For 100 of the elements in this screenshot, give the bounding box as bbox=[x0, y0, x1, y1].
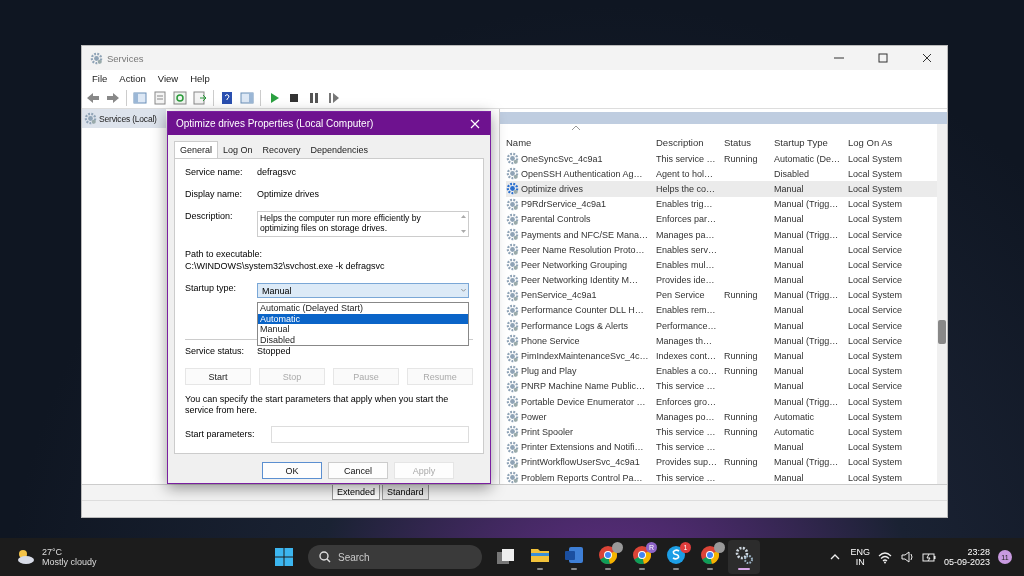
service-name[interactable]: Peer Name Resolution Proto… bbox=[521, 244, 645, 255]
view-tab[interactable]: Extended bbox=[332, 485, 381, 500]
dialog-tab[interactable]: Dependencies bbox=[305, 141, 374, 158]
column-header[interactable]: Description bbox=[656, 137, 724, 148]
view-tab[interactable]: Standard bbox=[382, 485, 429, 500]
menu-item[interactable]: File bbox=[86, 73, 114, 84]
table-cell-text: Running bbox=[724, 290, 759, 301]
service-name[interactable]: Portable Device Enumerator … bbox=[521, 396, 646, 407]
hint-text: You can specify the start parameters that apply when you start the service from here. bbox=[185, 394, 450, 417]
description-field[interactable]: Helps the computer run more efficiently by optimizing files on storage drives. bbox=[257, 211, 469, 237]
forward-icon[interactable] bbox=[106, 90, 120, 105]
column-header[interactable]: Log On As bbox=[848, 137, 918, 148]
startup-type-dropdown[interactable]: Manual bbox=[257, 283, 469, 298]
language-text[interactable]: ENG bbox=[850, 547, 870, 557]
resume-icon[interactable] bbox=[327, 90, 341, 105]
field-label: Path to executable: bbox=[185, 249, 264, 259]
service-name[interactable]: PNRP Machine Name Public… bbox=[521, 381, 645, 392]
service-name[interactable]: Performance Counter DLL H… bbox=[521, 305, 644, 316]
table-cell-text: Provides ide… bbox=[656, 275, 716, 286]
table-cell-text: Manual (Trigg… bbox=[774, 229, 840, 240]
dialog-button[interactable]: OK bbox=[262, 462, 322, 479]
refresh-icon[interactable] bbox=[173, 90, 187, 105]
table-cell-text: Local System bbox=[848, 366, 904, 377]
export-icon[interactable] bbox=[193, 90, 207, 105]
service-name[interactable]: Payments and NFC/SE Mana… bbox=[521, 229, 649, 240]
tree-item[interactable]: Services (Local) bbox=[99, 113, 157, 124]
table-cell-text: Manual bbox=[774, 214, 805, 225]
document-icon bbox=[563, 544, 585, 566]
battery-icon[interactable] bbox=[921, 550, 936, 564]
service-name[interactable]: Problem Reports Control Pa… bbox=[521, 472, 643, 483]
table-cell-text: Manual bbox=[774, 351, 805, 362]
scroll-down-icon[interactable] bbox=[461, 230, 466, 233]
service-icon bbox=[506, 273, 519, 287]
dropdown-option[interactable]: Manual bbox=[258, 324, 468, 335]
service-name[interactable]: Performance Logs & Alerts bbox=[521, 320, 629, 331]
service-name[interactable]: Parental Controls bbox=[521, 214, 591, 225]
service-name[interactable]: PimIndexMaintenanceSvc_4c… bbox=[521, 351, 649, 362]
time-text[interactable]: 23:28 bbox=[967, 547, 990, 557]
taskbar-app[interactable] bbox=[728, 540, 760, 574]
table-cell-text: Manual (Trigg… bbox=[774, 199, 840, 210]
scroll-up-icon[interactable] bbox=[461, 215, 466, 218]
scrollbar[interactable] bbox=[937, 124, 947, 484]
path-text: C:\WINDOWS\system32\svchost.exe -k defragsvc bbox=[185, 261, 386, 271]
scrollbar-thumb[interactable] bbox=[938, 320, 946, 344]
selected-row[interactable]: Optimize drives Helps the co… Manual Local System bbox=[506, 181, 937, 197]
dialog-tab[interactable]: General bbox=[174, 141, 219, 158]
menu-item[interactable]: Action bbox=[113, 73, 152, 84]
service-button[interactable]: Start bbox=[185, 368, 251, 385]
service-name[interactable]: Printer Extensions and Notifi… bbox=[521, 442, 644, 453]
close-icon[interactable] bbox=[920, 51, 934, 65]
dialog-button[interactable]: Cancel bbox=[328, 462, 388, 479]
search-field[interactable]: Search bbox=[308, 545, 482, 569]
table-cell-text: Pen Service bbox=[656, 290, 706, 301]
service-name[interactable]: Phone Service bbox=[521, 335, 580, 346]
service-name[interactable]: PenService_4c9a1 bbox=[521, 290, 597, 301]
table-cell-text: Manual bbox=[774, 183, 805, 194]
column-header[interactable]: Status bbox=[724, 137, 774, 148]
speaker-icon[interactable] bbox=[899, 550, 914, 564]
dialog-tab[interactable]: Recovery bbox=[257, 141, 306, 158]
table-cell-text: Manual bbox=[774, 366, 805, 377]
date-text[interactable]: 05-09-2023 bbox=[943, 557, 990, 567]
maximize-icon[interactable] bbox=[876, 51, 890, 65]
service-name[interactable]: Peer Networking Identity M… bbox=[521, 275, 639, 286]
table-cell-text: Manual bbox=[774, 442, 805, 453]
column-header[interactable]: Startup Type bbox=[774, 137, 848, 148]
menu-item[interactable]: View bbox=[151, 73, 185, 84]
table-cell-text: Running bbox=[724, 351, 759, 362]
service-name[interactable]: P9RdrService_4c9a1 bbox=[521, 199, 607, 210]
field-value: Stopped bbox=[257, 346, 291, 356]
pause-icon[interactable] bbox=[307, 90, 321, 105]
window-title: Services bbox=[107, 52, 145, 64]
service-name[interactable]: PrintWorkflowUserSvc_4c9a1 bbox=[521, 457, 640, 468]
service-icon bbox=[506, 395, 519, 409]
help-icon[interactable] bbox=[220, 90, 234, 105]
table-cell-text: This service … bbox=[656, 472, 717, 483]
menu-item[interactable]: Help bbox=[184, 73, 216, 84]
table-cell-text: Local Service bbox=[848, 259, 904, 270]
dropdown-option[interactable]: Disabled bbox=[258, 334, 468, 345]
start-parameters-field[interactable] bbox=[271, 425, 469, 443]
table-cell-text: Running bbox=[724, 457, 759, 468]
back-icon[interactable] bbox=[86, 90, 100, 105]
services-icon bbox=[84, 112, 97, 125]
service-name[interactable]: Peer Networking Grouping bbox=[521, 259, 628, 270]
service-name[interactable]: Optimize drives bbox=[521, 183, 583, 194]
column-header[interactable]: Name bbox=[506, 137, 656, 148]
service-icon bbox=[506, 349, 519, 363]
service-name[interactable]: Print Spooler bbox=[521, 426, 574, 437]
service-icon bbox=[506, 471, 519, 485]
service-name[interactable]: OpenSSH Authentication Ag… bbox=[521, 168, 643, 179]
dialog-tab[interactable]: Log On bbox=[218, 141, 258, 158]
service-icon bbox=[506, 425, 519, 439]
dropdown-option[interactable]: Automatic (Delayed Start) bbox=[258, 303, 468, 314]
service-icon bbox=[506, 334, 519, 348]
region-text[interactable]: IN bbox=[855, 557, 865, 567]
tree-row[interactable]: Services (Local) bbox=[82, 109, 166, 128]
dropdown-option[interactable]: Automatic bbox=[258, 313, 468, 324]
wifi-icon[interactable] bbox=[877, 550, 892, 564]
service-name[interactable]: Plug and Play bbox=[521, 366, 577, 377]
service-name[interactable]: OneSyncSvc_4c9a1 bbox=[521, 153, 603, 164]
service-name[interactable]: Power bbox=[521, 411, 547, 422]
